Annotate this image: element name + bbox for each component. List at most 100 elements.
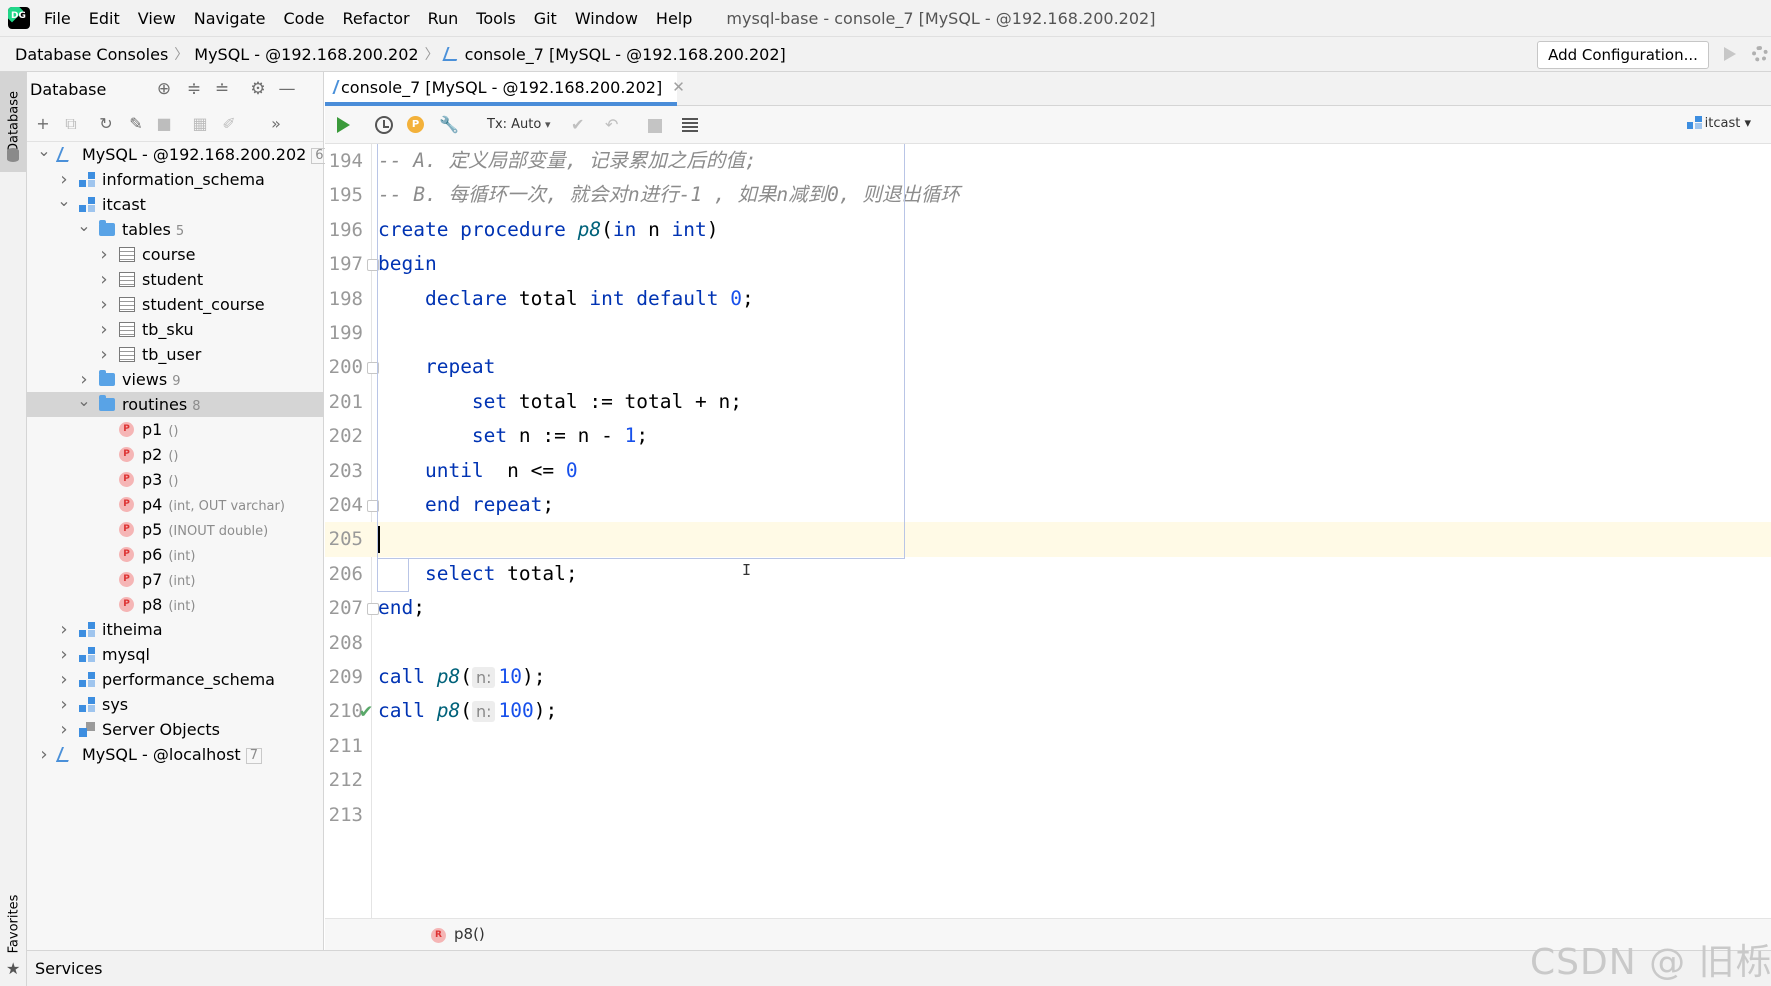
copy-icon[interactable]: ⧉ bbox=[62, 115, 80, 133]
menu-code[interactable]: Code bbox=[284, 9, 325, 28]
tree-node[interactable]: Pp4 (int, OUT varchar) bbox=[27, 492, 323, 517]
parameters-icon[interactable]: P bbox=[407, 116, 424, 133]
code-line[interactable]: 210 call p8(n: 100); bbox=[325, 694, 1771, 728]
code-line[interactable]: 200 repeat bbox=[325, 350, 1771, 384]
tree-node[interactable]: Pp6 (int) bbox=[27, 542, 323, 567]
code-line[interactable]: 199 bbox=[325, 316, 1771, 350]
gear-icon[interactable] bbox=[1752, 46, 1768, 62]
output-icon[interactable] bbox=[682, 118, 698, 132]
menu-refactor[interactable]: Refactor bbox=[342, 9, 409, 28]
favorites-tool-label[interactable]: Favorites bbox=[7, 895, 22, 954]
breadcrumb-database-consoles[interactable]: Database Consoles bbox=[15, 45, 168, 64]
code-line[interactable]: 204 end repeat; bbox=[325, 488, 1771, 522]
code-line[interactable]: 196 create procedure p8(in n int) bbox=[325, 213, 1771, 247]
chevron-right-icon[interactable]: › bbox=[57, 617, 71, 642]
code-line[interactable]: 206 select total; bbox=[325, 557, 1771, 591]
wrench-icon[interactable]: 🔧 bbox=[439, 116, 459, 134]
close-icon[interactable]: ✕ bbox=[672, 78, 685, 96]
code-line[interactable]: 201 set total := total + n; bbox=[325, 385, 1771, 419]
tree-node[interactable]: Pp2 () bbox=[27, 442, 323, 467]
breadcrumb-console[interactable]: console_7 [MySQL - @192.168.200.202] bbox=[465, 45, 786, 64]
chevron-right-icon[interactable]: › bbox=[97, 292, 111, 317]
chevron-down-icon[interactable]: ⌄ bbox=[77, 217, 91, 242]
chevron-down-icon[interactable]: ⌄ bbox=[77, 392, 91, 417]
tree-node[interactable]: › course bbox=[27, 242, 323, 267]
code-line[interactable]: 213 bbox=[325, 798, 1771, 832]
code-line[interactable]: 205 bbox=[325, 522, 1771, 557]
collapse-all-icon[interactable]: ≐ bbox=[213, 80, 231, 98]
code-line[interactable]: 208 bbox=[325, 626, 1771, 660]
code-editor[interactable]: 194 -- A. 定义局部变量, 记录累加之后的值; 195 -- B. 每循环一次… bbox=[325, 144, 1771, 918]
chevron-down-icon[interactable]: ⌄ bbox=[37, 142, 51, 167]
chevron-right-icon[interactable]: › bbox=[97, 242, 111, 267]
chevron-down-icon[interactable]: ▾ bbox=[545, 116, 551, 134]
code-line[interactable]: 202 set n := n - 1; bbox=[325, 419, 1771, 453]
chevron-right-icon[interactable]: › bbox=[37, 742, 51, 767]
tree-node[interactable]: ⌄ tables 5 bbox=[27, 217, 323, 242]
table-view-icon[interactable]: ▦ bbox=[191, 115, 209, 133]
chevron-down-icon[interactable]: ⌄ bbox=[57, 192, 71, 217]
code-line[interactable]: 195 -- B. 每循环一次, 就会对n进行-1 , 如果n减到0, 则退出循环 bbox=[325, 178, 1771, 212]
chevron-right-icon[interactable]: › bbox=[57, 642, 71, 667]
menu-window[interactable]: Window bbox=[575, 9, 638, 28]
tree-node[interactable]: › information_schema bbox=[27, 167, 323, 192]
tab-console-7[interactable]: console_7 [MySQL - @192.168.200.202] ✕ bbox=[325, 72, 685, 106]
menu-file[interactable]: File bbox=[44, 9, 71, 28]
expand-all-icon[interactable]: ≑ bbox=[185, 80, 203, 98]
code-line[interactable]: 211 bbox=[325, 729, 1771, 763]
tree-node[interactable]: › tb_sku bbox=[27, 317, 323, 342]
refresh-icon[interactable]: ↻ bbox=[97, 115, 115, 133]
menu-tools[interactable]: Tools bbox=[476, 9, 515, 28]
tree-node[interactable]: Pp8 (int) bbox=[27, 592, 323, 617]
menu-navigate[interactable]: Navigate bbox=[194, 9, 266, 28]
chevron-right-icon[interactable]: › bbox=[97, 267, 111, 292]
tree-node[interactable]: › student_course bbox=[27, 292, 323, 317]
menu-help[interactable]: Help bbox=[656, 9, 692, 28]
code-line[interactable]: 194 -- A. 定义局部变量, 记录累加之后的值; bbox=[325, 144, 1771, 178]
tree-node[interactable]: › performance_schema bbox=[27, 667, 323, 692]
gear-icon[interactable]: ⚙ bbox=[249, 80, 267, 98]
stop-icon[interactable] bbox=[648, 119, 662, 133]
menu-git[interactable]: Git bbox=[534, 9, 557, 28]
chevron-right-icon[interactable]: › bbox=[57, 692, 71, 717]
code-line[interactable]: 198 declare total int default 0; bbox=[325, 282, 1771, 316]
tree-node[interactable]: ⌄ MySQL - @192.168.200.202 6 bbox=[27, 142, 328, 167]
history-icon[interactable] bbox=[375, 116, 393, 134]
run-icon[interactable] bbox=[1724, 47, 1736, 61]
stop-icon[interactable]: ■ bbox=[155, 115, 173, 133]
tree-node[interactable]: Pp7 (int) bbox=[27, 567, 323, 592]
execute-button[interactable] bbox=[337, 117, 350, 133]
edit-icon[interactable]: ✐ bbox=[220, 115, 238, 133]
tree-node[interactable]: ⌄ routines 8 bbox=[27, 392, 323, 417]
chevron-right-icon[interactable]: › bbox=[57, 717, 71, 742]
tree-node[interactable]: › MySQL - @localhost 7 bbox=[27, 742, 323, 767]
star-icon[interactable]: ★ bbox=[6, 959, 20, 978]
tree-node[interactable]: ⌄ itcast bbox=[27, 192, 323, 217]
code-line[interactable]: 209 call p8(n: 10); bbox=[325, 660, 1771, 694]
tree-node[interactable]: › Server Objects bbox=[27, 717, 323, 742]
code-line[interactable]: 197 begin bbox=[325, 247, 1771, 281]
database-tool-window-button[interactable]: Database bbox=[0, 72, 26, 172]
schema-edit-icon[interactable]: ✎ bbox=[127, 115, 145, 133]
transaction-mode-dropdown[interactable]: Tx: Auto bbox=[487, 116, 541, 134]
code-line[interactable]: 212 bbox=[325, 763, 1771, 797]
chevron-right-icon[interactable]: › bbox=[77, 367, 91, 392]
minimize-icon[interactable]: — bbox=[278, 80, 296, 98]
more-icon[interactable]: » bbox=[267, 115, 285, 133]
add-icon[interactable]: + bbox=[34, 115, 52, 133]
tree-node[interactable]: › views 9 bbox=[27, 367, 323, 392]
chevron-right-icon[interactable]: › bbox=[97, 317, 111, 342]
chevron-right-icon[interactable]: › bbox=[97, 342, 111, 367]
schema-selector[interactable]: itcast ▾ bbox=[1686, 116, 1751, 131]
commit-icon[interactable]: ✔ bbox=[571, 116, 584, 134]
rollback-icon[interactable]: ↶ bbox=[605, 116, 618, 134]
breadcrumb-datasource[interactable]: MySQL - @192.168.200.202 bbox=[194, 45, 418, 64]
code-line[interactable]: 207 end; bbox=[325, 591, 1771, 625]
breadcrumb-routine[interactable]: p8() bbox=[454, 925, 485, 943]
tree-node[interactable]: Pp1 () bbox=[27, 417, 323, 442]
chevron-right-icon[interactable]: › bbox=[57, 667, 71, 692]
menu-edit[interactable]: Edit bbox=[89, 9, 120, 28]
tree-node[interactable]: Pp3 () bbox=[27, 467, 323, 492]
tree-node[interactable]: › student bbox=[27, 267, 323, 292]
tree-node[interactable]: › itheima bbox=[27, 617, 323, 642]
